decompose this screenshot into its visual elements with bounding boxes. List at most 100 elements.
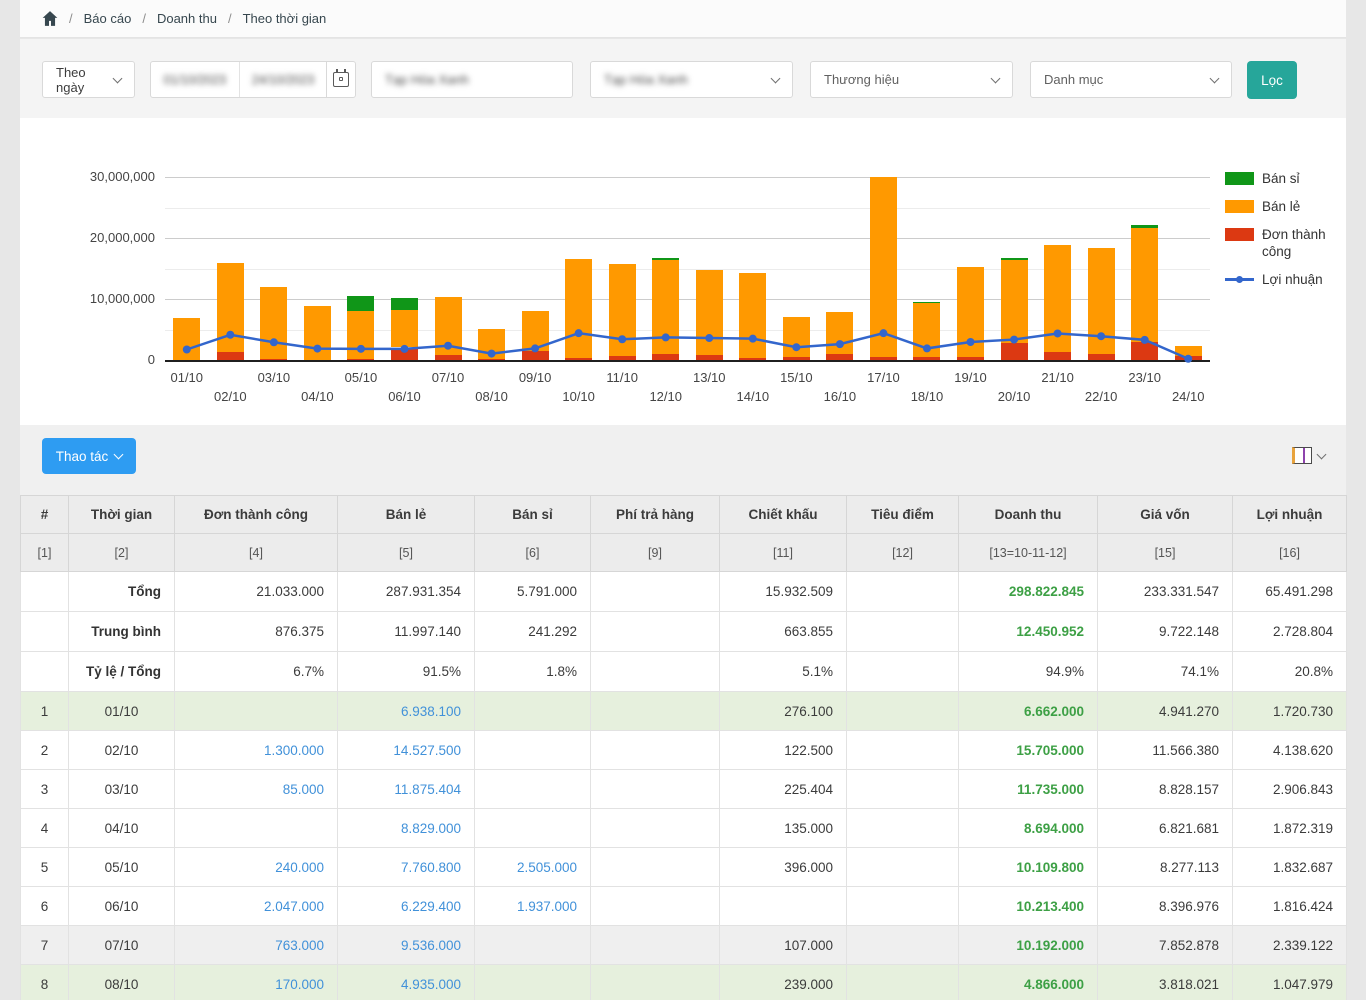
line-point[interactable] <box>1097 332 1105 340</box>
line-point[interactable] <box>488 350 496 358</box>
cell <box>847 848 959 887</box>
drill-link-cell[interactable]: 2.505.000 <box>475 848 591 887</box>
product-search-input[interactable]: Tạp Hóa Xanh <box>371 61 573 98</box>
date-from-input[interactable]: 01/10/2023 <box>151 62 239 97</box>
category-select-value: Danh mục <box>1044 72 1103 87</box>
column-settings-button[interactable] <box>1292 447 1325 464</box>
line-point[interactable] <box>618 335 626 343</box>
drill-link-cell[interactable]: 6.938.100 <box>338 692 475 731</box>
line-point[interactable] <box>705 334 713 342</box>
legend-label: Lợi nhuận <box>1262 271 1323 288</box>
cell: 239.000 <box>720 965 847 1000</box>
legend-item[interactable]: Bán lẻ <box>1225 198 1345 215</box>
drill-link-cell[interactable]: 14.527.500 <box>338 731 475 770</box>
column-code: [9] <box>591 534 720 572</box>
legend-item[interactable]: Lợi nhuận <box>1225 271 1345 288</box>
drill-link-cell[interactable]: 1.937.000 <box>475 887 591 926</box>
column-code: [13=10-11-12] <box>959 534 1098 572</box>
line-point[interactable] <box>270 338 278 346</box>
cell <box>847 652 959 692</box>
drill-link-cell[interactable]: 2.047.000 <box>175 887 338 926</box>
legend-label: Bán sỉ <box>1262 170 1300 187</box>
y-axis-tick: 30,000,000 <box>60 169 155 184</box>
brand-select[interactable]: Thương hiệu <box>810 61 1013 98</box>
cell <box>591 572 720 612</box>
line-point[interactable] <box>575 329 583 337</box>
chevron-down-icon <box>1210 73 1220 83</box>
line-point[interactable] <box>749 335 757 343</box>
column-code: [6] <box>475 534 591 572</box>
cell: 7 <box>21 926 69 965</box>
store-select[interactable]: Tạp Hóa Xanh <box>590 61 793 98</box>
report-table-card: #Thời gianĐơn thành côngBán lẻBán sỉPhí … <box>20 495 1346 1000</box>
cell <box>847 770 959 809</box>
line-point[interactable] <box>400 345 408 353</box>
drill-link-cell[interactable]: 11.875.404 <box>338 770 475 809</box>
x-axis-tick: 15/10 <box>773 370 819 385</box>
date-to-input[interactable]: 24/10/2023 <box>239 62 327 97</box>
legend-item[interactable]: Đơn thành công <box>1225 226 1345 260</box>
cell <box>591 770 720 809</box>
breadcrumb-item-bao-cao[interactable]: Báo cáo <box>84 11 132 26</box>
period-select[interactable]: Theo ngày <box>42 61 135 98</box>
breadcrumb-item-theo-thoi-gian[interactable]: Theo thời gian <box>243 11 327 26</box>
chevron-down-icon <box>991 73 1001 83</box>
line-point[interactable] <box>1141 336 1149 344</box>
line-point[interactable] <box>836 340 844 348</box>
category-select[interactable]: Danh mục <box>1030 61 1232 98</box>
cell: 2.728.804 <box>1233 612 1347 652</box>
home-icon[interactable] <box>42 11 58 26</box>
chevron-down-icon <box>1317 449 1327 459</box>
table-row: 606/102.047.0006.229.4001.937.00010.213.… <box>21 887 1347 926</box>
cell <box>591 848 720 887</box>
drill-link-cell[interactable]: 170.000 <box>175 965 338 1000</box>
legend-label: Bán lẻ <box>1262 198 1300 215</box>
cell: 02/10 <box>69 731 175 770</box>
drill-link-cell[interactable]: 4.935.000 <box>338 965 475 1000</box>
summary-row: Tổng21.033.000287.931.3545.791.00015.932… <box>21 572 1347 612</box>
drill-link-cell[interactable]: 1.300.000 <box>175 731 338 770</box>
x-axis-tick: 08/10 <box>469 389 515 404</box>
line-point[interactable] <box>967 338 975 346</box>
line-point[interactable] <box>1010 336 1018 344</box>
legend-item[interactable]: Bán sỉ <box>1225 170 1345 187</box>
cell: 1 <box>21 692 69 731</box>
line-point[interactable] <box>313 345 321 353</box>
line-point[interactable] <box>444 342 452 350</box>
line-point[interactable] <box>923 344 931 352</box>
drill-link-cell[interactable]: 763.000 <box>175 926 338 965</box>
cell: 276.100 <box>720 692 847 731</box>
line-point[interactable] <box>183 346 191 354</box>
cell: 9.722.148 <box>1098 612 1233 652</box>
drill-link-cell[interactable]: 240.000 <box>175 848 338 887</box>
drill-link-cell[interactable]: 6.229.400 <box>338 887 475 926</box>
line-point[interactable] <box>792 343 800 351</box>
actions-button[interactable]: Thao tác <box>42 438 136 474</box>
line-point[interactable] <box>226 331 234 339</box>
cell: 10.213.400 <box>959 887 1098 926</box>
drill-link-cell[interactable]: 9.536.000 <box>338 926 475 965</box>
breadcrumb-separator: / <box>142 11 146 26</box>
line-point[interactable] <box>357 345 365 353</box>
column-code: [11] <box>720 534 847 572</box>
filter-button[interactable]: Lọc <box>1247 61 1297 99</box>
x-axis-tick: 12/10 <box>643 389 689 404</box>
line-point[interactable] <box>531 344 539 352</box>
brand-select-value: Thương hiệu <box>824 72 899 87</box>
cell: 225.404 <box>720 770 847 809</box>
cell: 1.720.730 <box>1233 692 1347 731</box>
x-axis-tick: 21/10 <box>1035 370 1081 385</box>
drill-link-cell[interactable]: 8.829.000 <box>338 809 475 848</box>
cell: 03/10 <box>69 770 175 809</box>
line-point[interactable] <box>1054 329 1062 337</box>
line-point[interactable] <box>1184 355 1192 363</box>
calendar-button[interactable] <box>326 62 355 97</box>
drill-link-cell[interactable]: 7.760.800 <box>338 848 475 887</box>
line-point[interactable] <box>879 329 887 337</box>
column-code: [1] <box>21 534 69 572</box>
line-point[interactable] <box>662 333 670 341</box>
x-axis-tick: 16/10 <box>817 389 863 404</box>
drill-link-cell[interactable]: 85.000 <box>175 770 338 809</box>
breadcrumb-item-doanh-thu[interactable]: Doanh thu <box>157 11 217 26</box>
cell <box>175 809 338 848</box>
